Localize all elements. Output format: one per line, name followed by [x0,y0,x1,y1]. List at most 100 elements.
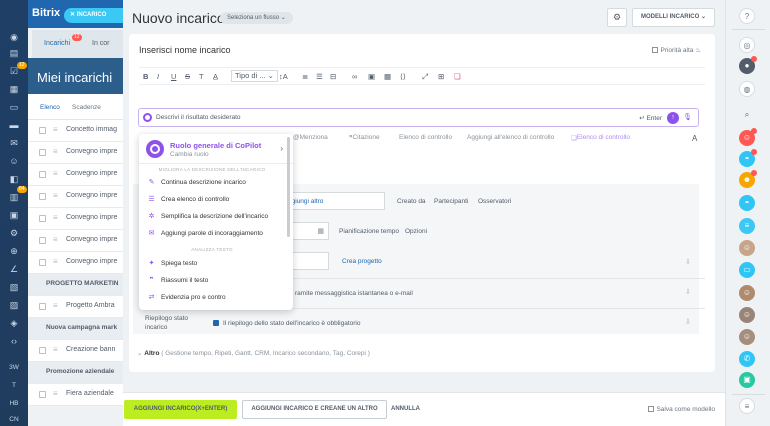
task-row[interactable]: ≡ Convegno impre [28,142,138,164]
save-as-template-checkbox[interactable]: Salva come modello [648,406,715,413]
underline-button[interactable]: U [171,72,176,81]
font-size-toggle[interactable]: ↕A [279,72,288,81]
clear-format-button[interactable]: T [199,72,204,81]
row-title[interactable]: Convegno impre [66,192,117,199]
row-title[interactable]: Convegno impre [66,236,117,243]
nav-settings-icon[interactable]: ⚙ [9,228,19,238]
group-row[interactable]: Nuova campagna mark [28,318,138,340]
italic-button[interactable]: I [157,72,159,81]
user-avatar[interactable]: ☺ [739,285,755,301]
nav-chart-icon[interactable]: ▧ [9,282,19,292]
add-more-link[interactable]: ggiungi altro [288,198,323,205]
copilot-menu-item[interactable]: ✦ Spiega testo [139,255,285,272]
row-menu-icon[interactable]: ≡ [53,389,58,398]
help-icon[interactable]: ? [739,8,755,24]
task-row[interactable]: ≡ Convegno impre [28,164,138,186]
row-title[interactable]: Convegno impre [66,170,117,177]
align-icon[interactable]: A̲ [213,72,218,81]
task-row[interactable]: ≡ Creazione bann [28,340,138,362]
row-title[interactable]: Convegno impre [66,214,117,221]
font-button[interactable]: A [692,134,697,143]
change-role-link[interactable]: Cambia ruolo [170,151,209,158]
add-task-button[interactable]: AGGIUNGI INCARICO(X+ENTER) [124,400,237,419]
task-templates-button[interactable]: MODELLI INCARICO ⌄ [632,8,715,27]
copilot-menu-item[interactable]: ✲ Semplifica la descrizione dell'incarico [139,208,285,225]
pin-icon[interactable]: ⇩ [685,258,691,266]
task-row[interactable]: ≡ Convegno impre [28,208,138,230]
nav-mail-icon[interactable]: ✉ [9,138,19,148]
group-chat-icon[interactable]: ☺ [739,128,757,146]
select-flow-button[interactable]: Seleziona un flusso ⌄ [220,12,293,24]
indent-icon[interactable]: ⊟ [330,72,336,81]
nav-sites-icon[interactable]: ▣ [9,210,19,220]
ai-checklist-button[interactable]: ❏ Elenco di controllo [571,134,630,142]
add-to-checklist-button[interactable]: Aggiungi all'elenco di controllo [467,134,554,141]
microphone-icon[interactable]: 🎙︎ [683,113,692,121]
menu-lines-icon[interactable]: ≡ [739,218,755,234]
tab-in-progress[interactable]: In cor [92,40,110,47]
task-row[interactable]: ≡ Convegno impre [28,230,138,252]
support-icon[interactable]: ◓ [739,195,755,211]
menu-scrollbar[interactable] [287,137,290,237]
copilot-toolbar-icon[interactable]: ❏ [454,72,461,81]
sub-tab-deadlines[interactable]: Scadenze [72,104,101,111]
nav-docs-icon[interactable]: ▭ [9,102,19,112]
participants-link[interactable]: Partecipanti [434,198,468,205]
nav-shop-icon[interactable]: ⊕ [9,246,19,256]
sub-tab-list[interactable]: Elenco [40,104,60,111]
notifications-icon[interactable]: ● [739,56,757,74]
phone-icon[interactable]: ✆ [739,351,755,367]
tab-tasks[interactable]: Incarichi [44,40,70,47]
copilot-prompt-bar[interactable]: Descrivi il risultato desiderato ↵ Enter… [138,108,699,127]
task-row[interactable]: ≡ Fiera aziendale [28,384,138,406]
row-checkbox[interactable] [39,149,46,156]
copilot-role-item[interactable]: Ruolo generale di CoPilot Cambia ruolo › [139,134,293,164]
nav-feed-icon[interactable]: ◉ [9,32,19,42]
nav-drive-icon[interactable]: ▬ [9,120,19,130]
task-row[interactable]: ≡ Progetto Ambra [28,296,138,318]
strike-button[interactable]: S [185,72,190,81]
row-menu-icon[interactable]: ≡ [53,213,58,222]
pin-icon[interactable]: ⇩ [685,318,691,326]
row-title[interactable]: Progetto Ambra [66,302,115,309]
row-title[interactable]: Convegno impre [66,148,117,155]
row-menu-icon[interactable]: ≡ [53,147,58,156]
time-planning-link[interactable]: Pianificazione tempo [339,228,399,235]
nav-automation-icon[interactable]: ∠ [9,264,19,274]
high-priority-checkbox[interactable]: Priorità alta ♨ [652,46,701,54]
search-chat-icon[interactable]: ◍ [739,81,755,97]
row-title[interactable]: PROGETTO MARKETIN [46,280,118,287]
add-and-create-another-button[interactable]: AGGIUNGI INCARICO E CREANE UN ALTRO [242,400,387,419]
copilot-menu-item[interactable]: ❞ Riassumi il testo [139,272,285,289]
link-icon[interactable]: ∞ [352,72,357,81]
task-row[interactable]: ≡ Convegno impre [28,252,138,274]
more-options-toggle[interactable]: ⌄ Altro ( Gestione tempo, Ripeti, Gantt,… [137,349,370,357]
nav-folder-icon[interactable]: ▨ [9,300,19,310]
row-checkbox[interactable] [39,171,46,178]
template-icon[interactable]: ⊞ [438,72,444,81]
row-checkbox[interactable] [39,347,46,354]
task-name-input[interactable]: Inserisci nome incarico [139,45,231,55]
options-link[interactable]: Opzioni [405,228,427,235]
nav-chat-icon[interactable]: ▤ [9,48,19,58]
row-checkbox[interactable] [39,215,46,222]
table-icon[interactable]: ▦ [384,72,391,81]
task-row[interactable]: ≡ Concetto immag [28,120,138,142]
status-summary-checkbox[interactable]: Il riepilogo dello stato dell'incarico è… [213,320,360,327]
chat-avatar[interactable]: ☻ [739,170,757,188]
nav-code-icon[interactable]: ‹› [9,336,19,346]
messages-icon[interactable]: ▭ [739,262,755,278]
font-size-select[interactable]: Tipo di ... ⌄ [231,70,278,82]
user-avatar[interactable]: ☺ [739,240,755,256]
row-title[interactable]: Nuova campagna mark [46,324,117,331]
bold-button[interactable]: B [143,72,148,81]
search-icon[interactable]: ⌕ [739,107,755,123]
nav-calendar-icon[interactable]: ▦ [9,84,19,94]
row-title[interactable]: Fiera aziendale [66,390,114,397]
quote-button[interactable]: ❞ Citazione [349,134,380,142]
mention-button[interactable]: @ Menziona [293,134,328,141]
copilot-menu-item[interactable]: ⇄ Evidenzia pro e contro [139,289,285,306]
copilot-menu-item[interactable]: ☰ Crea elenco di controllo [139,191,285,208]
group-row[interactable]: PROGETTO MARKETIN [28,274,138,296]
video-icon[interactable]: ▣ [739,372,755,388]
